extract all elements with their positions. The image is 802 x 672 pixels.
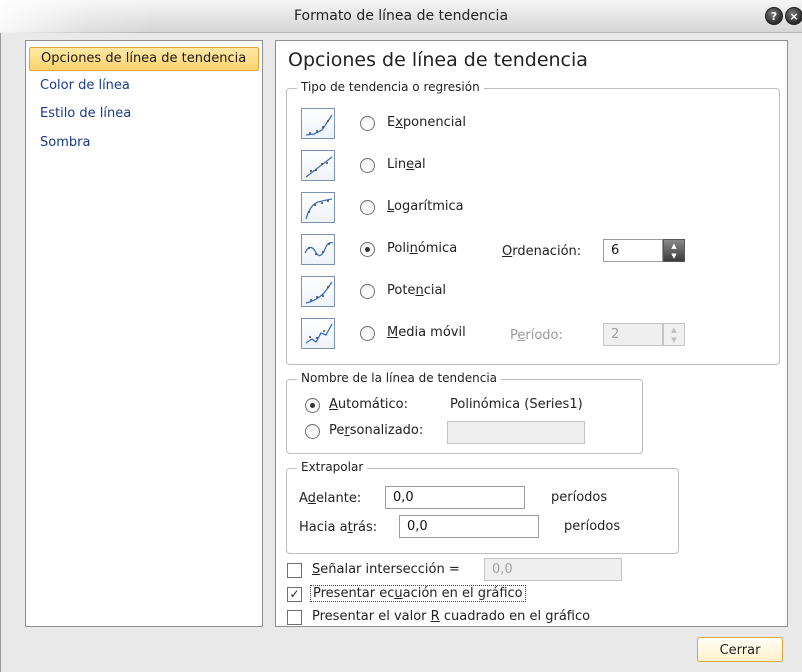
custom-name-radio[interactable]	[305, 424, 320, 439]
linear-radio[interactable]	[360, 158, 375, 173]
exponential-label[interactable]: Exponencial	[387, 115, 466, 130]
sidebar-item-line-style[interactable]: Estilo de línea	[29, 102, 259, 126]
linear-label[interactable]: Lineal	[387, 157, 426, 172]
custom-name-input[interactable]	[447, 421, 585, 444]
backward-input[interactable]: 0,0	[399, 515, 539, 538]
show-equation-label[interactable]: Presentar ecuación en el gráfico	[310, 585, 526, 602]
sidebar-item-trendline-options[interactable]: Opciones de línea de tendencia	[29, 47, 259, 71]
sidebar-item-label: Sombra	[40, 135, 91, 150]
extrapolate-legend: Extrapolar	[297, 460, 368, 474]
period-label: Período:	[510, 328, 563, 343]
polynomial-label[interactable]: Polinómica	[387, 241, 457, 256]
polynomial-trend-icon[interactable]	[301, 234, 335, 265]
moving-average-label[interactable]: Media móvil	[387, 325, 466, 340]
order-input[interactable]: 6	[603, 239, 663, 262]
power-trend-icon[interactable]	[301, 276, 335, 307]
window-title: Formato de línea de tendencia	[293, 8, 509, 24]
spin-down-icon[interactable]: ▼	[664, 335, 684, 345]
title-bar: Formato de línea de tendencia ? ×	[0, 0, 802, 33]
automatic-name-radio[interactable]	[305, 398, 320, 413]
intercept-checkbox[interactable]	[287, 563, 302, 578]
help-icon[interactable]: ?	[765, 7, 783, 25]
spin-up-icon[interactable]: ▲	[664, 325, 684, 335]
show-r-squared-checkbox[interactable]	[287, 610, 302, 625]
linear-trend-icon[interactable]	[301, 150, 335, 181]
exponential-radio[interactable]	[360, 116, 375, 131]
intercept-input[interactable]: 0,0	[484, 558, 622, 581]
panel-heading: Opciones de línea de tendencia	[288, 49, 588, 71]
period-spinner[interactable]: ▲ ▼	[663, 323, 685, 346]
trend-type-legend: Tipo de tendencia o regresión	[297, 80, 484, 94]
trendline-name-legend: Nombre de la línea de tendencia	[297, 371, 502, 385]
backward-label: Hacia atrás:	[299, 520, 378, 535]
order-spinner[interactable]: ▲ ▼	[663, 239, 685, 262]
close-button[interactable]: Cerrar	[697, 637, 783, 662]
logarithmic-radio[interactable]	[360, 200, 375, 215]
sidebar-item-label: Opciones de línea de tendencia	[41, 51, 247, 66]
forward-unit: períodos	[551, 490, 608, 505]
moving-average-trend-icon[interactable]	[301, 318, 335, 349]
close-icon[interactable]: ×	[785, 7, 802, 25]
automatic-name-label[interactable]: Automático:	[329, 397, 408, 412]
extrapolate-group: Extrapolar Adelante: 0,0 períodos Hacia …	[286, 460, 679, 554]
trend-type-group: Tipo de tendencia o regresión Exponencia…	[286, 80, 780, 365]
custom-name-label[interactable]: Personalizado:	[329, 423, 423, 438]
intercept-label[interactable]: Señalar intersección =	[312, 562, 460, 577]
close-icon-glyph: ×	[789, 9, 799, 23]
exponential-trend-icon[interactable]	[301, 108, 335, 139]
show-equation-checkbox[interactable]: ✓	[287, 587, 302, 602]
period-input[interactable]: 2	[603, 323, 663, 346]
help-icon-glyph: ?	[770, 9, 778, 23]
sidebar-item-label: Color de línea	[40, 78, 130, 93]
sidebar-item-shadow[interactable]: Sombra	[29, 131, 259, 155]
logarithmic-label[interactable]: Logarítmica	[387, 199, 464, 214]
trendline-name-group: Nombre de la línea de tendencia Automáti…	[286, 371, 643, 454]
show-r-squared-label[interactable]: Presentar el valor R cuadrado en el gráf…	[312, 609, 590, 624]
check-icon: ✓	[289, 587, 300, 601]
polynomial-radio[interactable]	[360, 242, 375, 257]
options-panel: Opciones de línea de tendencia Tipo de t…	[275, 40, 788, 627]
sidebar-item-line-color[interactable]: Color de línea	[29, 74, 259, 98]
forward-input[interactable]: 0,0	[385, 486, 525, 509]
moving-average-radio[interactable]	[360, 326, 375, 341]
sidebar: Opciones de línea de tendencia Color de …	[25, 40, 263, 627]
sidebar-item-label: Estilo de línea	[40, 106, 132, 121]
forward-label: Adelante:	[299, 491, 362, 506]
backward-unit: períodos	[564, 519, 621, 534]
spin-down-icon[interactable]: ▼	[664, 251, 684, 261]
logarithmic-trend-icon[interactable]	[301, 192, 335, 223]
order-label: Ordenación:	[502, 244, 582, 259]
spin-up-icon[interactable]: ▲	[664, 241, 684, 251]
power-radio[interactable]	[360, 284, 375, 299]
power-label[interactable]: Potencial	[387, 283, 446, 298]
automatic-name-value: Polinómica (Series1)	[450, 397, 583, 412]
